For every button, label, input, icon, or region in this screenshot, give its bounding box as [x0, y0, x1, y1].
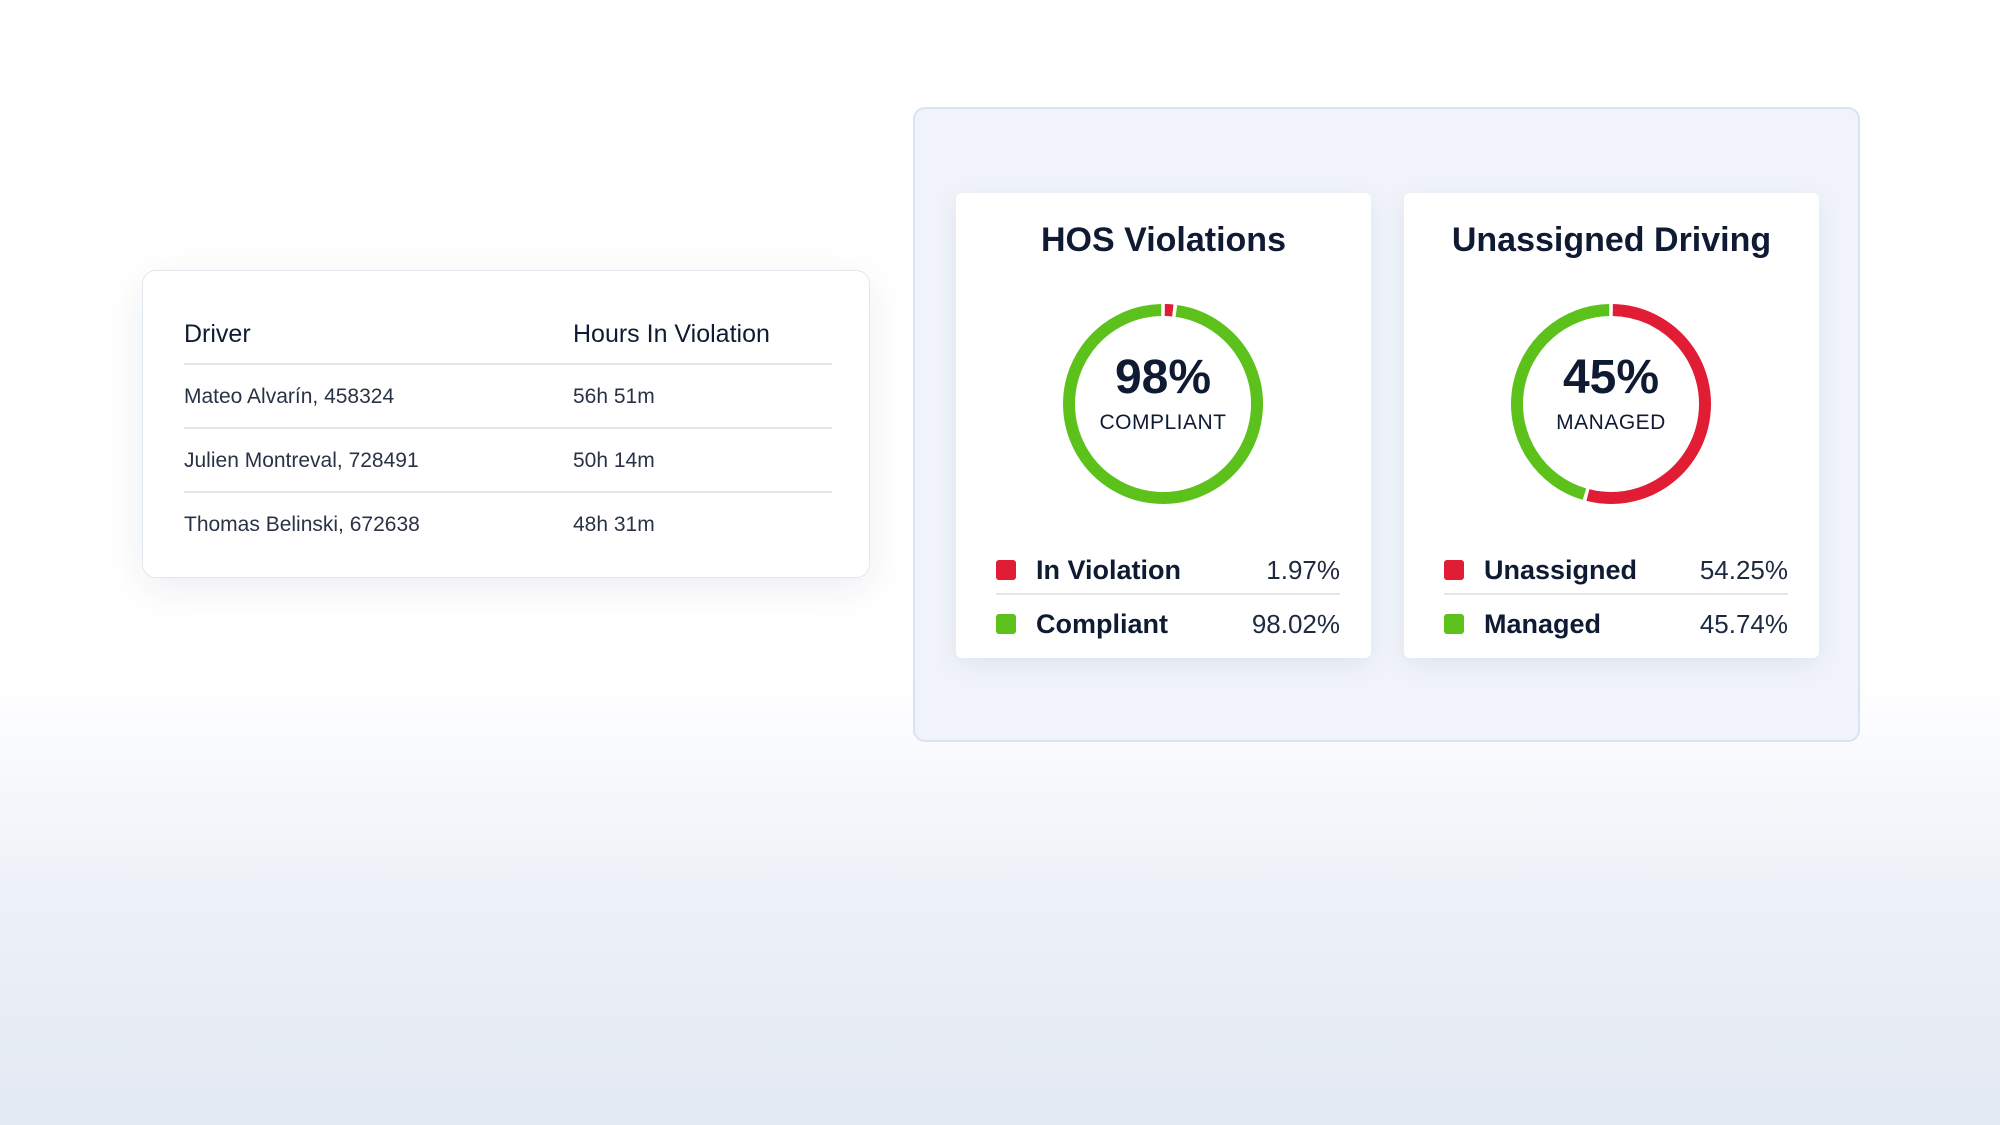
- legend-value: 45.74%: [1699, 609, 1788, 639]
- green-swatch-icon: [1444, 614, 1464, 634]
- unassigned-legend: Unassigned 54.25% Managed 45.74%: [1444, 545, 1788, 645]
- hours-cell: 50h 14m: [573, 449, 655, 472]
- table-row[interactable]: Mateo Alvarín, 458324 56h 51m: [184, 365, 832, 429]
- card-title: HOS Violations: [1041, 221, 1286, 259]
- donut-center-value: 45%: [1562, 351, 1660, 404]
- legend-label: Managed: [1484, 609, 1602, 639]
- donut-center-caption: COMPLIANT: [1099, 411, 1227, 434]
- hours-cell: 48h 31m: [573, 513, 655, 536]
- hos-legend: In Violation 1.97% Compliant 98.02%: [996, 545, 1340, 645]
- table-header: Driver Hours In Violation: [184, 313, 832, 365]
- legend-item-unassigned: Unassigned 54.25%: [1444, 545, 1788, 595]
- green-swatch-icon: [996, 614, 1016, 634]
- legend-label: Unassigned: [1484, 555, 1638, 585]
- legend-value: 54.25%: [1699, 555, 1788, 585]
- donut-center-caption: MANAGED: [1556, 411, 1666, 434]
- legend-item-in-violation: In Violation 1.97%: [996, 545, 1340, 595]
- driver-name-cell: Thomas Belinski, 672638: [184, 513, 420, 536]
- hos-violations-card[interactable]: HOS Violations 98% COMPLIANT In Violatio…: [956, 193, 1371, 658]
- unassigned-donut-chart: 45% MANAGED: [1508, 301, 1714, 507]
- table-row[interactable]: Thomas Belinski, 672638 48h 31m: [184, 493, 832, 557]
- driver-violations-table: Driver Hours In Violation Mateo Alvarín,…: [142, 270, 870, 578]
- driver-name-cell: Mateo Alvarín, 458324: [184, 385, 395, 408]
- red-swatch-icon: [1444, 560, 1464, 580]
- column-header-hours[interactable]: Hours In Violation: [573, 313, 770, 355]
- dashboard-panel: HOS Violations 98% COMPLIANT In Violatio…: [913, 107, 1860, 742]
- red-swatch-icon: [996, 560, 1016, 580]
- legend-item-compliant: Compliant 98.02%: [996, 595, 1340, 645]
- legend-item-managed: Managed 45.74%: [1444, 595, 1788, 645]
- hours-cell: 56h 51m: [573, 385, 655, 408]
- legend-label: In Violation: [1036, 555, 1182, 585]
- legend-value: 98.02%: [1251, 609, 1340, 639]
- hos-donut-chart: 98% COMPLIANT: [1060, 301, 1266, 507]
- driver-name-cell: Julien Montreval, 728491: [184, 449, 419, 472]
- legend-value: 1.97%: [1266, 555, 1340, 585]
- donut-center-value: 98%: [1114, 351, 1212, 404]
- legend-label: Compliant: [1036, 609, 1168, 639]
- table-row[interactable]: Julien Montreval, 728491 50h 14m: [184, 429, 832, 493]
- unassigned-driving-card[interactable]: Unassigned Driving 45% MANAGED Unassigne…: [1404, 193, 1819, 658]
- column-header-driver[interactable]: Driver: [184, 313, 251, 355]
- card-title: Unassigned Driving: [1451, 221, 1772, 259]
